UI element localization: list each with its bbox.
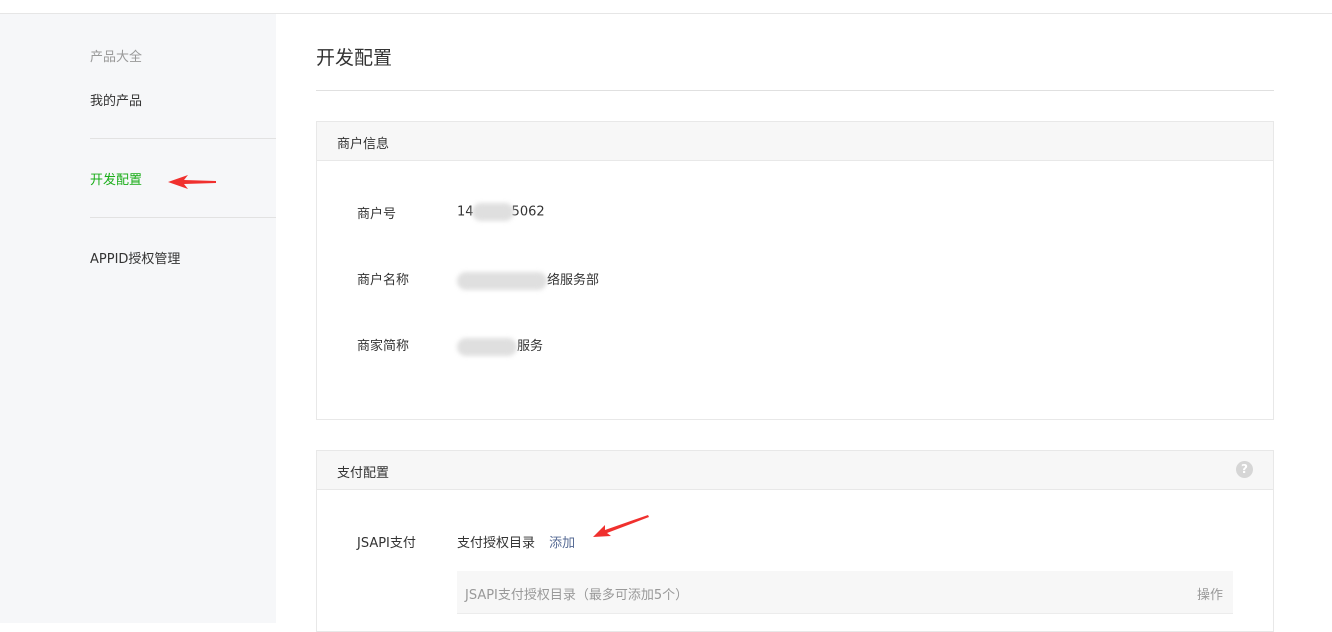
jsapi-dir-table-header: JSAPI支付授权目录（最多可添加5个） 操作 — [457, 571, 1233, 614]
sidebar-divider — [90, 138, 276, 139]
table-header-action: 操作 — [1196, 588, 1223, 603]
merchant-short-name-suffix: 服务 — [517, 339, 544, 354]
title-divider — [316, 90, 1274, 91]
redaction-blur — [471, 203, 514, 221]
merchant-name-label: 商户名称 — [357, 273, 410, 288]
merchant-id-value: 14 5062 — [457, 203, 545, 221]
sidebar-category-label: 产品大全 — [90, 50, 143, 65]
annotation-arrow-icon — [593, 515, 649, 537]
table-header-dir: JSAPI支付授权目录（最多可添加5个） — [465, 588, 689, 603]
redaction-blur — [457, 271, 547, 290]
sidebar-item-appid-auth[interactable]: APPID授权管理 — [90, 248, 180, 267]
page-title: 开发配置 — [316, 47, 393, 69]
redaction-blur — [457, 337, 517, 356]
sidebar-divider — [90, 217, 276, 218]
merchant-info-header: 商户信息 — [317, 122, 1273, 161]
merchant-name-suffix: 络服务部 — [547, 273, 600, 288]
payment-config-header: 支付配置 ? — [317, 451, 1273, 490]
payment-config-title: 支付配置 — [337, 466, 390, 481]
jsapi-value: 支付授权目录 添加 — [457, 532, 575, 551]
payment-config-panel: 支付配置 ? JSAPI支付 支付授权目录 添加 JSAPI支付授权目录（最多可… — [316, 450, 1274, 632]
merchant-id-suffix: 5062 — [511, 204, 545, 220]
annotation-arrow-icon — [168, 175, 216, 189]
merchant-info-title: 商户信息 — [337, 137, 390, 152]
merchant-short-name-label: 商家简称 — [357, 339, 410, 354]
sidebar-item-my-products[interactable]: 我的产品 — [90, 90, 142, 109]
sidebar-item-dev-config[interactable]: 开发配置 — [90, 169, 142, 188]
merchant-short-name-value: 服务 — [457, 335, 543, 356]
merchant-id-label: 商户号 — [357, 207, 397, 222]
help-icon[interactable]: ? — [1236, 461, 1253, 478]
add-dir-link[interactable]: 添加 — [549, 536, 575, 551]
merchant-info-panel: 商户信息 商户号 14 5062 商户名称 络服务部 商家简称 服务 — [316, 121, 1274, 420]
auth-dir-label: 支付授权目录 — [457, 536, 536, 551]
jsapi-label: JSAPI支付 — [357, 536, 416, 551]
merchant-name-value: 络服务部 — [457, 269, 599, 290]
